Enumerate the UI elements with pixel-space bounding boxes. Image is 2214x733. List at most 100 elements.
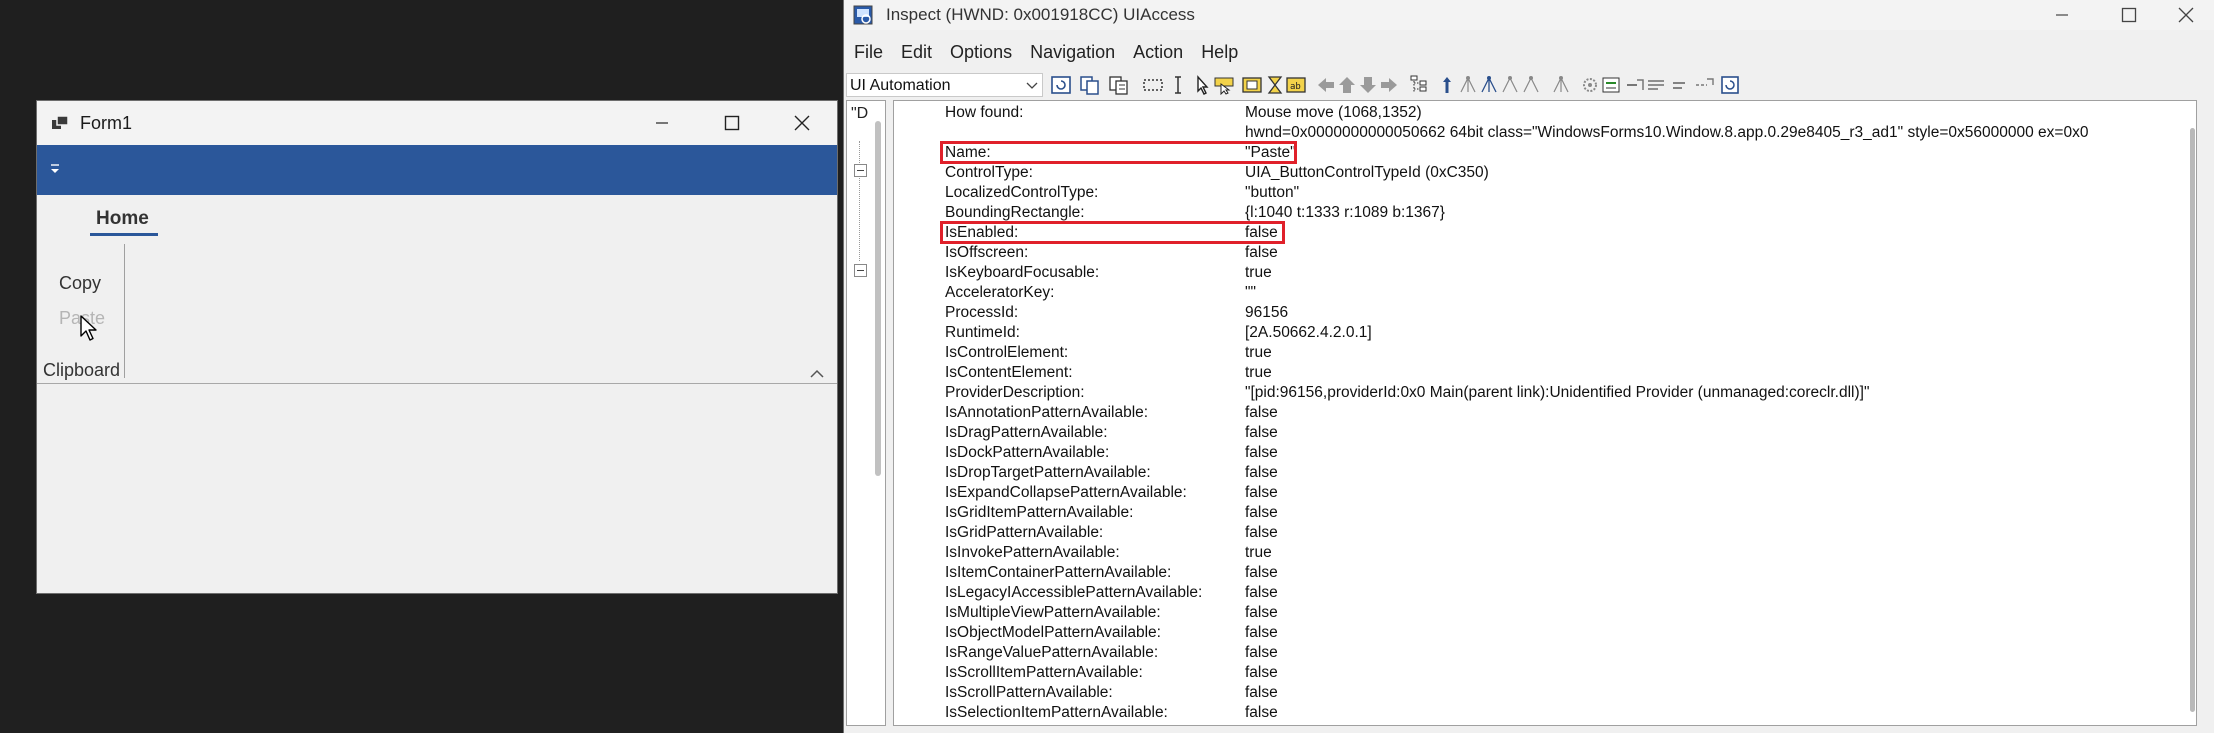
maximize-button[interactable]	[697, 101, 767, 145]
pattern-icon-3[interactable]	[1670, 75, 1692, 95]
property-row[interactable]: IsObjectModelPatternAvailable: false	[894, 623, 2194, 643]
properties-scrollbar[interactable]	[2190, 128, 2195, 712]
property-value: "button"	[1245, 184, 1300, 201]
arrow-up-icon[interactable]	[1336, 75, 1358, 95]
property-value: "[pid:96156,providerId:0x0 Main(parent l…	[1245, 384, 1870, 401]
property-name: RuntimeId:	[945, 324, 1020, 341]
copy-button[interactable]: Copy	[59, 271, 101, 295]
quick-access-toolbar	[37, 145, 837, 195]
property-row[interactable]: IsKeyboardFocusable: true	[894, 263, 2194, 283]
chevron-up-icon[interactable]	[809, 369, 825, 379]
tab-home[interactable]: Home	[96, 207, 149, 231]
property-row[interactable]: IsDragPatternAvailable: false	[894, 423, 2194, 443]
property-value: UIA_ButtonControlTypeId (0xC350)	[1245, 164, 1489, 181]
menu-edit[interactable]: Edit	[892, 38, 941, 66]
pattern-icon-4[interactable]	[1693, 75, 1715, 95]
property-row[interactable]: IsRangeValuePatternAvailable: false	[894, 643, 2194, 663]
pattern-icon-1[interactable]	[1624, 75, 1646, 95]
settings-gear-icon[interactable]	[1579, 75, 1601, 95]
property-name: IsDockPatternAvailable:	[945, 444, 1110, 461]
property-row[interactable]: AcceleratorKey: ""	[894, 283, 2194, 303]
property-row[interactable]: hwnd=0x0000000000050662 64bit class="Win…	[894, 123, 2194, 143]
property-name: IsContentElement:	[945, 364, 1073, 381]
property-row[interactable]: IsDockPatternAvailable: false	[894, 443, 2194, 463]
close-button[interactable]	[767, 101, 837, 145]
hourglass-icon[interactable]	[1264, 75, 1286, 95]
property-row[interactable]: IsGridItemPatternAvailable: false	[894, 503, 2194, 523]
caret-window-icon[interactable]: ab	[1285, 75, 1307, 95]
node-tree-icon-3[interactable]	[1499, 75, 1521, 95]
menu-help[interactable]: Help	[1192, 38, 1247, 66]
node-tree-icon-1[interactable]	[1457, 75, 1479, 95]
inspect-maximize-button[interactable]	[2101, 0, 2157, 30]
inspect-titlebar[interactable]: Inspect (HWND: 0x001918CC) UIAccess	[844, 0, 2214, 30]
pointer-icon[interactable]	[1192, 75, 1214, 95]
tree-item-label[interactable]: "D	[851, 105, 868, 123]
navigate-parent-icon[interactable]	[1436, 75, 1458, 95]
node-tree-icon-5[interactable]	[1550, 75, 1572, 95]
menu-navigation[interactable]: Navigation	[1021, 38, 1124, 66]
tree-collapse-toggle[interactable]	[854, 164, 867, 177]
text-caret-icon[interactable]	[1167, 75, 1189, 95]
property-row[interactable]: IsControlElement: true	[894, 343, 2194, 363]
property-row[interactable]: IsSelectionItemPatternAvailable: false	[894, 703, 2194, 723]
copy-tree-icon[interactable]	[1108, 75, 1130, 95]
property-row[interactable]: BoundingRectangle: {l:1040 t:1333 r:1089 …	[894, 203, 2194, 223]
property-row[interactable]: IsLegacyIAccessiblePatternAvailable: fals…	[894, 583, 2194, 603]
node-tree-icon-2[interactable]	[1478, 75, 1500, 95]
property-row[interactable]: ProcessId: 96156	[894, 303, 2194, 323]
property-row[interactable]: IsScrollPatternAvailable: false	[894, 683, 2194, 703]
arrow-down-icon[interactable]	[1357, 75, 1379, 95]
form1-titlebar[interactable]: Form1	[37, 101, 837, 145]
arrow-left-icon[interactable]	[1315, 75, 1337, 95]
copy-icon[interactable]	[1079, 75, 1101, 95]
property-name: IsLegacyIAccessiblePatternAvailable:	[945, 584, 1203, 601]
property-row[interactable]: IsDropTargetPatternAvailable: false	[894, 463, 2194, 483]
tree-collapse-toggle[interactable]	[854, 264, 867, 277]
list-edit-icon[interactable]	[1600, 75, 1622, 95]
menu-options[interactable]: Options	[941, 38, 1021, 66]
menu-action[interactable]: Action	[1124, 38, 1192, 66]
property-name: IsKeyboardFocusable:	[945, 264, 1100, 281]
group-separator	[124, 244, 125, 378]
node-tree-icon-4[interactable]	[1520, 75, 1542, 95]
property-row[interactable]: RuntimeId: [2A.50662.4.2.0.1]	[894, 323, 2194, 343]
property-row[interactable]: IsContentElement: true	[894, 363, 2194, 383]
property-value: false	[1245, 524, 1278, 541]
property-row[interactable]: ControlType: UIA_ButtonControlTypeId (0xC…	[894, 163, 2194, 183]
pattern-icon-2[interactable]	[1645, 75, 1667, 95]
property-row[interactable]: IsScrollItemPatternAvailable: false	[894, 663, 2194, 683]
inspect-close-button[interactable]	[2158, 0, 2214, 30]
inspect-minimize-button[interactable]	[2034, 0, 2090, 30]
mode-select-value: UI Automation	[850, 77, 951, 94]
property-row[interactable]: IsMultipleViewPatternAvailable: false	[894, 603, 2194, 623]
element-tree-pane[interactable]: "D	[846, 100, 886, 726]
property-row[interactable]: ProviderDescription: "[pid:96156,provider…	[894, 383, 2194, 403]
refresh-icon[interactable]	[1050, 75, 1072, 95]
mode-select[interactable]: UI Automation	[846, 73, 1043, 97]
watch-focus-icon[interactable]	[1213, 75, 1235, 95]
property-row[interactable]: How found: Mouse move (1068,1352)	[894, 103, 2194, 123]
property-row[interactable]: IsInvokePatternAvailable: true	[894, 543, 2194, 563]
properties-pane[interactable]: How found: Mouse move (1068,1352) hwnd=0x0…	[893, 100, 2197, 726]
property-row[interactable]: IsAnnotationPatternAvailable: false	[894, 403, 2194, 423]
property-name: IsItemContainerPatternAvailable:	[945, 564, 1172, 581]
arrow-right-icon[interactable]	[1378, 75, 1400, 95]
property-row[interactable]: IsItemContainerPatternAvailable: false	[894, 563, 2194, 583]
property-row[interactable]: LocalizedControlType: "button"	[894, 183, 2194, 203]
minimize-button[interactable]	[627, 101, 697, 145]
property-name: IsSelectionItemPatternAvailable:	[945, 704, 1168, 721]
mouse-pointer-icon	[80, 315, 97, 341]
inspect-app-icon	[853, 5, 873, 25]
customize-toolbar-icon[interactable]	[49, 162, 61, 176]
tree-icon[interactable]	[1408, 75, 1430, 95]
property-row[interactable]: IsExpandCollapsePatternAvailable: false	[894, 483, 2194, 503]
tree-scrollbar[interactable]	[875, 121, 881, 476]
menu-file[interactable]: File	[844, 38, 892, 66]
show-rect-icon[interactable]	[1241, 75, 1263, 95]
property-row[interactable]: IsOffscreen: false	[894, 243, 2194, 263]
highlight-rect-icon[interactable]	[1142, 75, 1164, 95]
property-row[interactable]: IsGridPatternAvailable: false	[894, 523, 2194, 543]
highlight-toggle-icon[interactable]	[1719, 75, 1741, 95]
highlight-box	[940, 141, 1297, 164]
